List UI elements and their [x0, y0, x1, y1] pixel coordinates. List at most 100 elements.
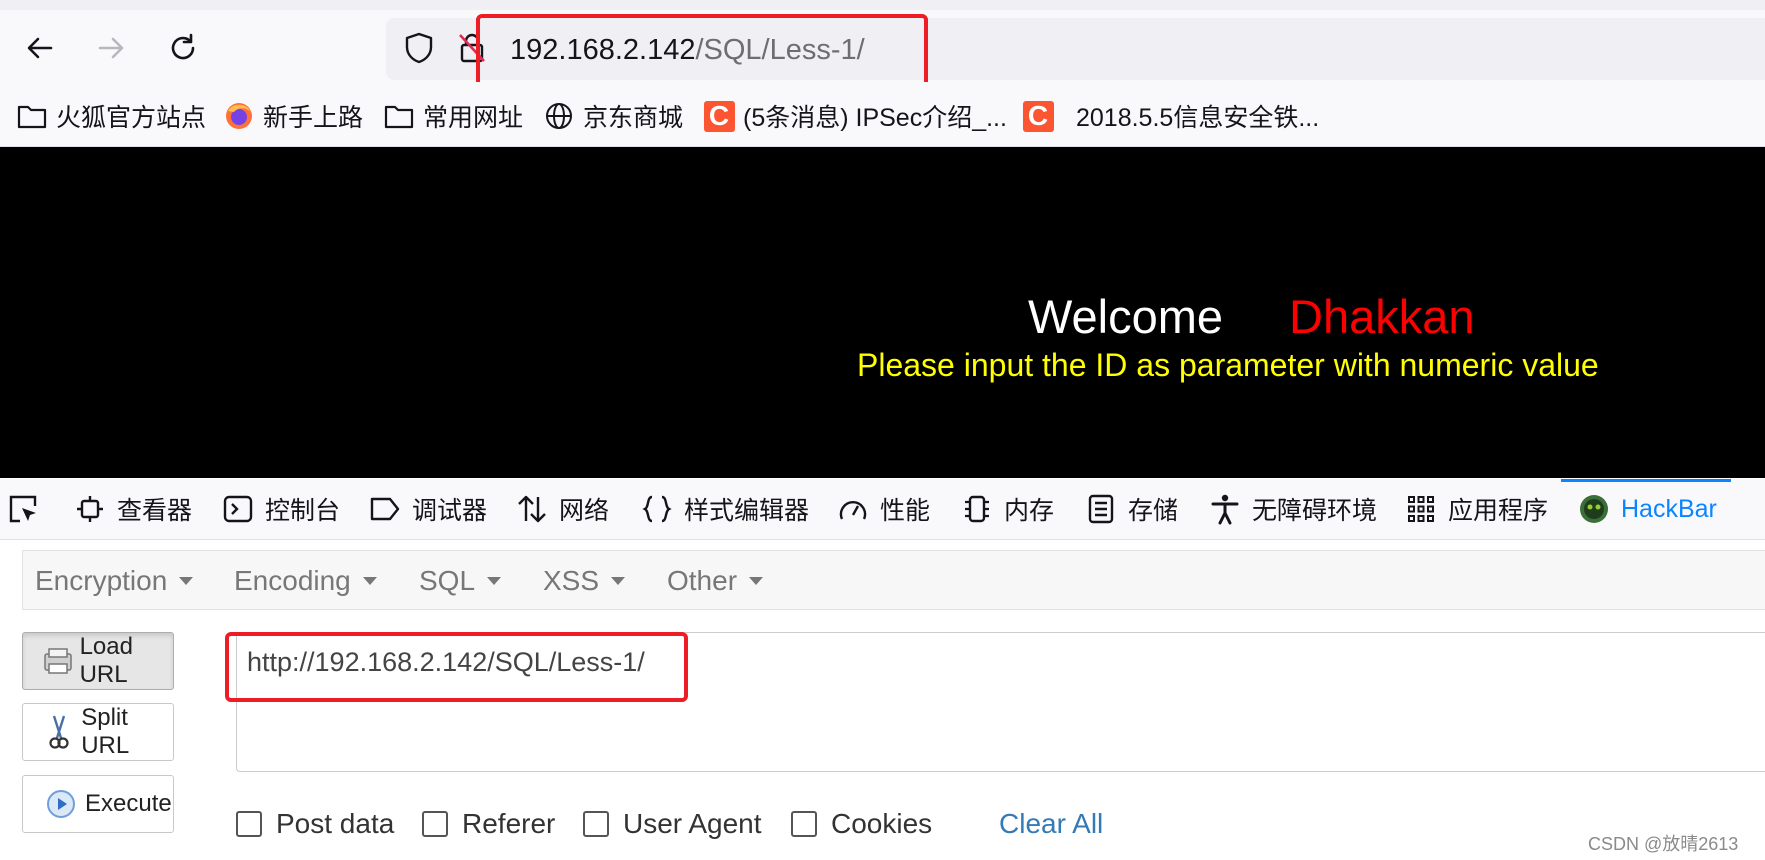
- tab-console[interactable]: 控制台: [221, 487, 340, 531]
- checkbox-box[interactable]: [583, 811, 609, 837]
- firefox-icon: [223, 100, 255, 132]
- checkbox-label: Referer: [462, 808, 556, 839]
- tab-label: 无障碍环境: [1252, 497, 1378, 525]
- post-data-checkbox[interactable]: Post data: [236, 808, 394, 840]
- execute-button[interactable]: Execute: [22, 775, 174, 833]
- tab-performance[interactable]: 性能: [836, 487, 930, 531]
- tab-storage[interactable]: 存储: [1084, 487, 1178, 531]
- csdn-icon: C: [1022, 100, 1054, 132]
- accessibility-icon: [1208, 492, 1242, 526]
- load-url-button[interactable]: Load URL: [22, 632, 174, 690]
- menu-other[interactable]: Other: [667, 565, 764, 597]
- referer-checkbox[interactable]: Referer: [422, 808, 555, 840]
- bookmark-jd-mall[interactable]: 京东商城: [543, 98, 683, 134]
- forward-arrow-icon: [98, 37, 124, 59]
- page-content: Welcome Dhakkan Please input the ID as p…: [0, 147, 1765, 478]
- menu-label: Encoding: [234, 565, 351, 596]
- tab-memory[interactable]: 内存: [960, 487, 1054, 531]
- tab-label: 内存: [1004, 497, 1055, 525]
- performance-icon: [836, 492, 870, 526]
- menu-sql[interactable]: SQL: [419, 565, 502, 597]
- checkbox-box[interactable]: [236, 811, 262, 837]
- scissors-icon: [41, 712, 77, 752]
- tab-accessibility[interactable]: 无障碍环境: [1208, 487, 1377, 531]
- tab-label: 应用程序: [1448, 497, 1549, 525]
- element-picker-icon: [6, 492, 40, 526]
- bookmark-getting-started[interactable]: 新手上路: [223, 98, 363, 134]
- tab-style-editor[interactable]: 样式编辑器: [640, 487, 809, 531]
- tab-application[interactable]: 应用程序: [1404, 487, 1548, 531]
- tab-label: 调试器: [412, 497, 488, 525]
- tab-debugger[interactable]: 调试器: [368, 487, 487, 531]
- split-url-button[interactable]: Split URL: [22, 703, 174, 761]
- tab-inspector[interactable]: 查看器: [73, 487, 192, 531]
- menu-encryption[interactable]: Encryption: [35, 565, 194, 597]
- tab-label: 网络: [559, 497, 610, 525]
- checkbox-box[interactable]: [791, 811, 817, 837]
- menu-label: SQL: [419, 565, 476, 596]
- back-arrow-icon: [27, 37, 53, 59]
- forward-button[interactable]: [91, 28, 131, 68]
- back-button[interactable]: [20, 28, 60, 68]
- globe-icon: [543, 100, 575, 132]
- button-label: Load URL: [79, 633, 133, 688]
- style-editor-icon: [640, 492, 674, 526]
- tab-label: HackBar: [1621, 494, 1717, 523]
- bookmark-label: 常用网址: [423, 104, 524, 132]
- reload-button[interactable]: [163, 28, 203, 68]
- checkbox-box[interactable]: [422, 811, 448, 837]
- tab-label: 存储: [1128, 497, 1179, 525]
- folder-icon: [383, 100, 415, 132]
- tab-label: 控制台: [265, 497, 341, 525]
- window-top-strip: [0, 0, 1765, 10]
- bookmark-firefox-official[interactable]: 火狐官方站点: [16, 98, 206, 134]
- menu-encoding[interactable]: Encoding: [234, 565, 377, 597]
- tab-hackbar-inner: HackBar: [1577, 487, 1717, 531]
- load-url-icon: [41, 641, 76, 681]
- menu-xss[interactable]: XSS: [543, 565, 626, 597]
- reload-icon: [171, 33, 195, 60]
- menu-label: Encryption: [35, 565, 168, 596]
- hackbar-panel: Encryption Encoding SQL XSS Other Load U…: [0, 540, 1765, 860]
- debugger-icon: [368, 492, 402, 526]
- tab-label: 性能: [880, 497, 931, 525]
- caret-down-icon: [362, 577, 377, 585]
- network-icon: [515, 492, 549, 526]
- folder-icon: [16, 100, 48, 132]
- bookmark-common-sites[interactable]: 常用网址: [383, 98, 523, 134]
- button-label: Execute: [85, 790, 172, 817]
- bookmark-label: 新手上路: [263, 104, 364, 132]
- clear-all-link[interactable]: Clear All: [999, 808, 1103, 840]
- tab-hackbar[interactable]: HackBar: [1561, 479, 1731, 539]
- bookmark-ipsec-article[interactable]: C (5条消息) IPSec介绍_...: [703, 98, 1007, 134]
- url-highlight-box: [225, 632, 688, 702]
- tab-label: 样式编辑器: [684, 497, 810, 525]
- tab-label: 查看器: [117, 497, 193, 525]
- cookies-checkbox[interactable]: Cookies: [791, 808, 932, 840]
- bookmark-security-article[interactable]: C 2018.5.5信息安全铁...: [1022, 98, 1319, 134]
- menu-label: XSS: [543, 565, 600, 596]
- welcome-text: Welcome: [1028, 290, 1224, 343]
- devtools-tab-bar: 查看器 控制台 调试器 网络 样式编辑器 性能 内存 存储 无障碍环境 应用程序: [0, 479, 1765, 540]
- caret-down-icon: [749, 577, 764, 585]
- bookmark-label: 火狐官方站点: [56, 104, 207, 132]
- instruction-text: Please input the ID as parameter with nu…: [857, 347, 1599, 383]
- caret-down-icon: [179, 577, 194, 585]
- checkbox-label: User Agent: [623, 808, 762, 839]
- user-agent-checkbox[interactable]: User Agent: [583, 808, 762, 840]
- console-icon: [221, 492, 255, 526]
- caret-down-icon: [487, 577, 502, 585]
- hackbar-icon: [1577, 492, 1611, 526]
- bookmark-label: 2018.5.5信息安全铁...: [1076, 104, 1320, 132]
- memory-icon: [960, 492, 994, 526]
- user-name-text: Dhakkan: [1289, 290, 1475, 343]
- shield-icon[interactable]: [402, 31, 436, 65]
- button-label: Split URL: [81, 704, 130, 759]
- address-highlight-box: [476, 14, 928, 92]
- hackbar-menu-bar: Encryption Encoding SQL XSS Other: [22, 550, 1765, 610]
- element-picker-button[interactable]: [6, 487, 50, 531]
- csdn-watermark: CSDN @放晴2613: [1588, 834, 1739, 854]
- bookmark-label: (5条消息) IPSec介绍_...: [743, 104, 1007, 132]
- tab-network[interactable]: 网络: [515, 487, 609, 531]
- bookmark-label: 京东商城: [583, 104, 684, 132]
